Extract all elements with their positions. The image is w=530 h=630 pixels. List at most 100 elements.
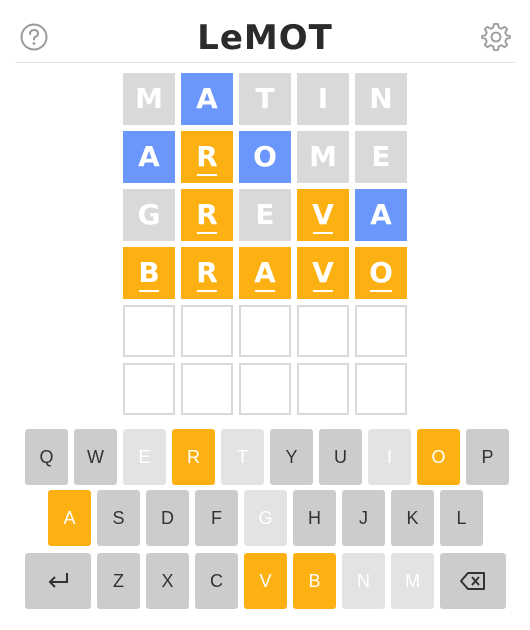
tile-letter: B — [138, 256, 160, 292]
tile-letter: E — [255, 198, 275, 231]
key-l[interactable]: L — [440, 490, 483, 546]
key-k[interactable]: K — [391, 490, 434, 546]
board-tile-r2-c4: M — [297, 131, 349, 183]
board-tile-r6-c2 — [181, 363, 233, 415]
key-c[interactable]: C — [195, 553, 238, 609]
key-label: F — [211, 507, 222, 528]
tile-letter: R — [196, 198, 218, 234]
tile-letter: R — [196, 140, 218, 176]
tile-letter: O — [253, 140, 277, 173]
tile-letter: I — [317, 82, 329, 115]
page-title: LeMOT — [197, 18, 333, 58]
board-tile-r5-c1 — [123, 305, 175, 357]
board-tile-r5-c3 — [239, 305, 291, 357]
key-label: T — [237, 446, 248, 467]
board-tile-r4-c3: A — [239, 247, 291, 299]
key-v[interactable]: V — [244, 553, 287, 609]
board-tile-r1-c4: I — [297, 73, 349, 125]
app-header: LeMOT — [15, 0, 515, 63]
key-i[interactable]: I — [368, 429, 411, 485]
tile-letter: G — [137, 198, 161, 231]
key-label: D — [161, 507, 174, 528]
board-tile-r2-c1: A — [123, 131, 175, 183]
board-tile-r5-c4 — [297, 305, 349, 357]
key-t[interactable]: T — [221, 429, 264, 485]
key-s[interactable]: S — [97, 490, 140, 546]
key-x[interactable]: X — [146, 553, 189, 609]
key-z[interactable]: Z — [97, 553, 140, 609]
key-g[interactable]: G — [244, 490, 287, 546]
tile-letter: O — [369, 256, 393, 292]
key-label: A — [63, 507, 76, 528]
tile-letter: T — [255, 82, 275, 115]
key-label: W — [87, 446, 104, 467]
tile-letter: N — [369, 82, 393, 115]
key-label: U — [334, 446, 347, 467]
key-f[interactable]: F — [195, 490, 238, 546]
key-p[interactable]: P — [466, 429, 509, 485]
key-label: L — [456, 507, 467, 528]
backspace-icon — [459, 571, 487, 591]
key-label: M — [405, 570, 420, 591]
tile-letter: V — [312, 198, 334, 234]
key-q[interactable]: Q — [25, 429, 68, 485]
key-b[interactable]: B — [293, 553, 336, 609]
board-tile-r2-c5: E — [355, 131, 407, 183]
board-tile-r3-c4: V — [297, 189, 349, 241]
enter-key[interactable] — [25, 553, 91, 609]
board-tile-r2-c2: R — [181, 131, 233, 183]
enter-icon — [45, 571, 71, 591]
key-label: J — [359, 507, 368, 528]
board-tile-r5-c5 — [355, 305, 407, 357]
tile-letter: A — [254, 256, 276, 292]
key-a[interactable]: A — [48, 490, 91, 546]
key-label: I — [386, 446, 392, 467]
board-tile-r4-c4: V — [297, 247, 349, 299]
key-m[interactable]: M — [391, 553, 434, 609]
key-o[interactable]: O — [417, 429, 460, 485]
board-tile-r1-c1: M — [123, 73, 175, 125]
key-label: Q — [39, 446, 54, 467]
key-e[interactable]: E — [123, 429, 166, 485]
key-label: N — [357, 570, 370, 591]
key-d[interactable]: D — [146, 490, 189, 546]
key-label: H — [308, 507, 321, 528]
board-tile-r3-c5: A — [355, 189, 407, 241]
key-label: Y — [285, 446, 298, 467]
tile-letter: M — [309, 140, 337, 173]
tile-letter: R — [196, 256, 218, 292]
board-tile-r3-c1: G — [123, 189, 175, 241]
key-label: R — [187, 446, 200, 467]
board-tile-r3-c2: R — [181, 189, 233, 241]
board-tile-r4-c1: B — [123, 247, 175, 299]
key-label: Z — [113, 570, 124, 591]
board-tile-r6-c4 — [297, 363, 349, 415]
board-tile-r6-c5 — [355, 363, 407, 415]
key-y[interactable]: Y — [270, 429, 313, 485]
board-tile-r4-c5: O — [355, 247, 407, 299]
key-n[interactable]: N — [342, 553, 385, 609]
tile-letter: E — [371, 140, 391, 173]
board-tile-r5-c2 — [181, 305, 233, 357]
board-tile-r1-c5: N — [355, 73, 407, 125]
key-label: V — [259, 570, 272, 591]
backspace-key[interactable] — [440, 553, 506, 609]
game-board: MATINAROMEGREVABRAVO — [123, 73, 407, 415]
board-tile-r1-c3: T — [239, 73, 291, 125]
board-tile-r6-c1 — [123, 363, 175, 415]
key-label: S — [112, 507, 125, 528]
key-w[interactable]: W — [74, 429, 117, 485]
tile-letter: A — [138, 140, 160, 173]
key-label: P — [481, 446, 494, 467]
key-j[interactable]: J — [342, 490, 385, 546]
key-label: C — [210, 570, 223, 591]
gear-icon[interactable] — [481, 22, 511, 52]
board-tile-r2-c3: O — [239, 131, 291, 183]
key-u[interactable]: U — [319, 429, 362, 485]
board-tile-r3-c3: E — [239, 189, 291, 241]
tile-letter: A — [370, 198, 392, 231]
board-tile-r4-c2: R — [181, 247, 233, 299]
key-h[interactable]: H — [293, 490, 336, 546]
key-r[interactable]: R — [172, 429, 215, 485]
key-label: O — [431, 446, 446, 467]
